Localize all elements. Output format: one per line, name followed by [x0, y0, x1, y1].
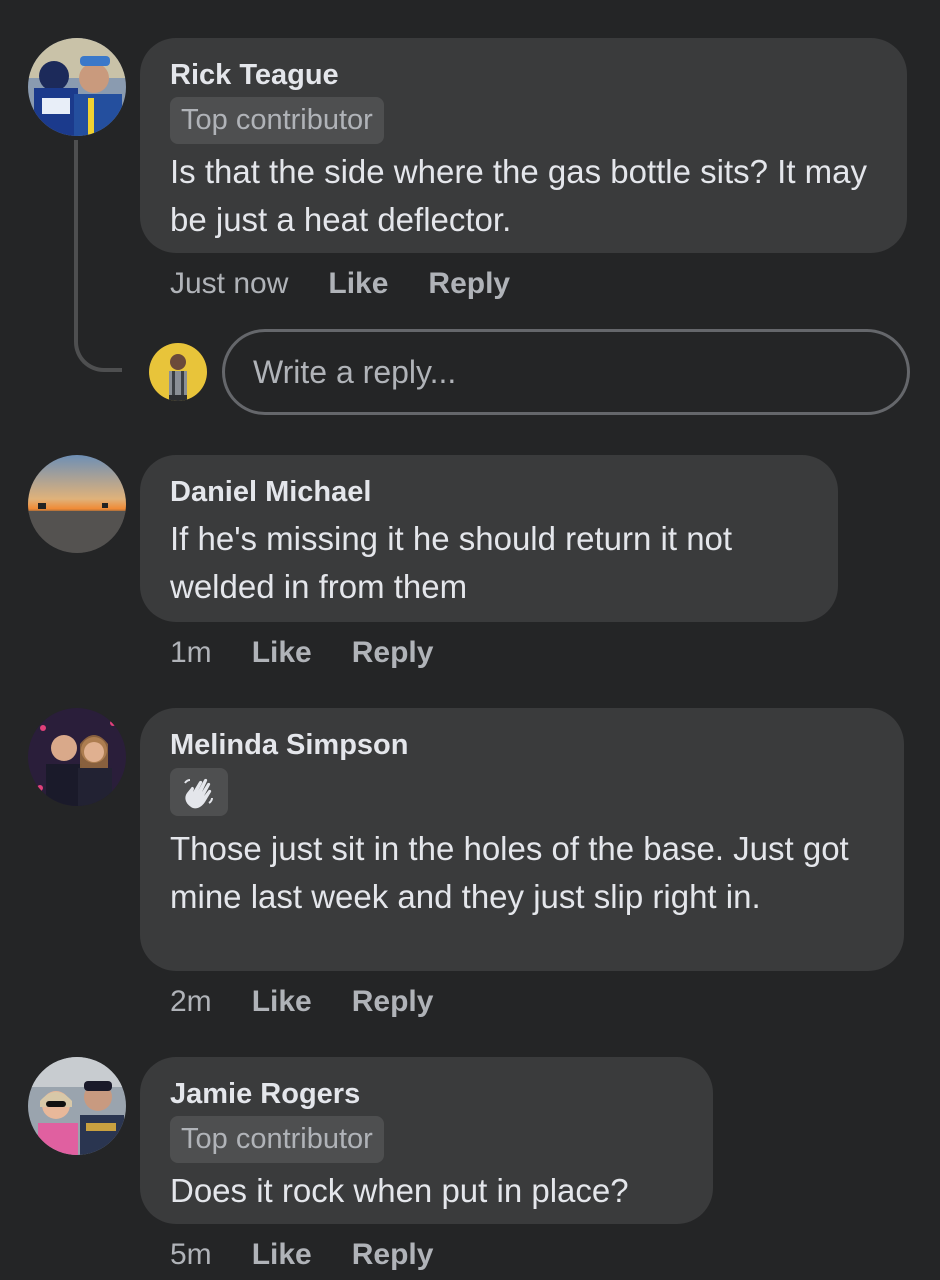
comment-actions: 1m Like Reply — [170, 633, 433, 673]
comment-timestamp: 2m — [170, 985, 212, 1018]
comment-text: Those just sit in the holes of the base.… — [170, 830, 849, 915]
top-contributor-badge: Top contributor — [170, 1116, 384, 1163]
comment-actions: Just now Like Reply — [170, 264, 510, 304]
comment-text: Does it rock when put in place? — [170, 1172, 629, 1209]
reply-button[interactable]: Reply — [352, 985, 434, 1018]
like-button[interactable]: Like — [252, 1238, 312, 1271]
avatar[interactable] — [28, 455, 126, 553]
comment-bubble: Daniel Michael If he's missing it he sho… — [140, 455, 838, 622]
comment-timestamp: 1m — [170, 636, 212, 669]
like-button[interactable]: Like — [252, 985, 312, 1018]
comment-actions: 5m Like Reply — [170, 1235, 433, 1275]
comment-actions: 2m Like Reply — [170, 982, 433, 1022]
commenter-name[interactable]: Daniel Michael — [170, 473, 808, 511]
comment-bubble: Rick Teague Top contributor Is that the … — [140, 38, 907, 253]
commenter-name[interactable]: Melinda Simpson — [170, 726, 874, 764]
commenter-name[interactable]: Jamie Rogers — [170, 1075, 683, 1113]
comment-bubble: Jamie Rogers Top contributor Does it roc… — [140, 1057, 713, 1224]
new-member-badge — [170, 768, 228, 816]
current-user-avatar — [149, 343, 207, 401]
reply-button[interactable]: Reply — [428, 267, 510, 300]
thread-connector-line — [74, 140, 122, 372]
top-contributor-badge: Top contributor — [170, 97, 384, 144]
comment-bubble: Melinda Simpson Those just sit in the ho… — [140, 708, 904, 971]
waving-hand-icon — [184, 778, 213, 809]
reply-button[interactable]: Reply — [352, 636, 434, 669]
like-button[interactable]: Like — [328, 267, 388, 300]
like-button[interactable]: Like — [252, 636, 312, 669]
comment-timestamp: 5m — [170, 1238, 212, 1271]
comment-timestamp: Just now — [170, 267, 289, 300]
write-reply-input[interactable] — [222, 329, 910, 415]
avatar[interactable] — [28, 38, 126, 136]
comment-text: If he's missing it he should return it n… — [170, 520, 733, 605]
reply-button[interactable]: Reply — [352, 1238, 434, 1271]
commenter-name[interactable]: Rick Teague — [170, 56, 877, 94]
comment-text: Is that the side where the gas bottle si… — [170, 153, 868, 238]
avatar[interactable] — [28, 1057, 126, 1155]
avatar[interactable] — [28, 708, 126, 806]
